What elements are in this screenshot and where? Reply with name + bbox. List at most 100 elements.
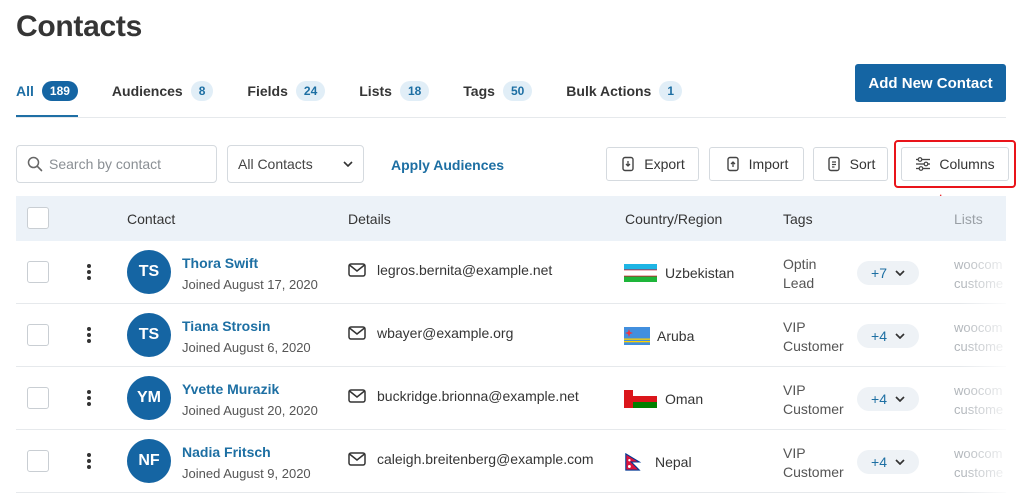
- tag-label: Customer: [783, 464, 844, 480]
- avatar: NF: [127, 439, 171, 483]
- joined-date: Joined August 20, 2020: [182, 403, 318, 418]
- tab-label: Fields: [247, 83, 288, 99]
- more-tags-dropdown[interactable]: +4: [857, 324, 919, 348]
- table-row: YM Yvette Murazik Joined August 20, 2020…: [16, 367, 1006, 430]
- audience-select[interactable]: All Contacts: [227, 145, 364, 183]
- list-label: woocom: [954, 320, 1003, 335]
- contact-tags: VIP Customer: [783, 318, 853, 356]
- tab-label: Bulk Actions: [566, 83, 652, 99]
- contact-lists: woocom custome: [954, 444, 1006, 482]
- column-header-tags[interactable]: Tags: [783, 211, 813, 227]
- contact-name-link[interactable]: Nadia Fritsch: [182, 444, 271, 460]
- list-label: custome: [954, 339, 1004, 354]
- row-checkbox[interactable]: [27, 261, 49, 283]
- contact-country: Oman: [665, 391, 704, 407]
- tag-label: Customer: [783, 401, 844, 417]
- import-button[interactable]: Import: [709, 147, 804, 181]
- contact-lists: woocom custome: [954, 318, 1006, 356]
- row-actions-kebab-icon[interactable]: [82, 450, 96, 472]
- tab-tags[interactable]: Tags 50: [463, 80, 533, 102]
- contact-lists: woocom custome: [954, 255, 1006, 293]
- contact-name-link[interactable]: Thora Swift: [182, 255, 258, 271]
- joined-date: Joined August 6, 2020: [182, 340, 311, 355]
- column-header-contact[interactable]: Contact: [127, 211, 175, 227]
- avatar: YM: [127, 376, 171, 420]
- row-actions-kebab-icon[interactable]: [82, 387, 96, 409]
- joined-date: Joined August 9, 2020: [182, 466, 311, 481]
- import-label: Import: [748, 156, 789, 172]
- tab-label: All: [16, 83, 34, 99]
- mail-icon: [348, 326, 366, 340]
- list-label: woocom: [954, 257, 1003, 272]
- export-label: Export: [644, 156, 685, 172]
- row-checkbox[interactable]: [27, 450, 49, 472]
- nepal-flag-icon: [625, 453, 642, 471]
- row-checkbox[interactable]: [27, 387, 49, 409]
- contact-email: buckridge.brionna@example.net: [377, 388, 579, 404]
- chevron-down-icon: [895, 459, 905, 465]
- contact-tags: VIP Customer: [783, 444, 853, 482]
- more-tags-count: +4: [871, 391, 887, 407]
- list-label: custome: [954, 402, 1004, 417]
- oman-flag-icon: [624, 390, 657, 408]
- contact-name-link[interactable]: Yvette Murazik: [182, 381, 279, 397]
- tag-label: VIP: [783, 445, 806, 461]
- more-tags-dropdown[interactable]: +4: [857, 387, 919, 411]
- row-actions-kebab-icon[interactable]: [82, 261, 96, 283]
- sort-label: Sort: [849, 156, 876, 172]
- select-all-checkbox[interactable]: [27, 207, 49, 229]
- contact-country: Aruba: [657, 328, 695, 344]
- chevron-down-icon: [895, 333, 905, 339]
- tag-label: Lead: [783, 275, 815, 291]
- tag-label: VIP: [783, 319, 806, 335]
- tab-label: Audiences: [111, 83, 183, 99]
- page-title: Contacts: [16, 10, 142, 43]
- sliders-icon: [916, 157, 931, 171]
- tab-count-badge: 189: [41, 81, 78, 101]
- column-header-details[interactable]: Details: [348, 211, 391, 227]
- apply-audiences-link[interactable]: Apply Audiences: [391, 157, 504, 173]
- mail-icon: [348, 389, 366, 403]
- avatar: TS: [127, 250, 171, 294]
- list-label: woocom: [954, 446, 1003, 461]
- tab-label: Lists: [359, 83, 392, 99]
- contact-email: wbayer@example.org: [377, 325, 514, 341]
- audience-select-value: All Contacts: [238, 156, 313, 172]
- contact-tags: VIP Customer: [783, 381, 853, 419]
- column-header-country[interactable]: Country/Region: [625, 211, 722, 227]
- mail-icon: [348, 452, 366, 466]
- sort-button[interactable]: Sort: [813, 147, 888, 181]
- columns-label: Columns: [939, 156, 995, 172]
- add-new-contact-button[interactable]: Add New Contact: [855, 64, 1006, 102]
- avatar: TS: [127, 313, 171, 357]
- tab-count-badge: 50: [502, 81, 533, 101]
- search-icon: [27, 156, 43, 172]
- more-tags-dropdown[interactable]: +4: [857, 450, 919, 474]
- tab-audiences[interactable]: Audiences 8: [112, 80, 214, 102]
- export-button[interactable]: Export: [606, 147, 699, 181]
- tabs-divider: [16, 117, 1006, 118]
- table-row: NF Nadia Fritsch Joined August 9, 2020 c…: [16, 430, 1006, 493]
- row-checkbox[interactable]: [27, 324, 49, 346]
- tab-lists[interactable]: Lists 18: [359, 80, 430, 102]
- tab-fields[interactable]: Fields 24: [247, 80, 326, 102]
- more-tags-count: +4: [871, 328, 887, 344]
- more-tags-dropdown[interactable]: +7: [857, 261, 919, 285]
- contact-country: Uzbekistan: [665, 265, 735, 281]
- mail-icon: [348, 263, 366, 277]
- table-header: Contact Details Country/Region Tags List…: [16, 196, 1006, 241]
- contact-tags: Optin Lead: [783, 255, 853, 293]
- tab-all[interactable]: All 189: [16, 80, 78, 117]
- columns-button[interactable]: Columns: [901, 147, 1009, 181]
- tag-label: Optin: [783, 256, 817, 272]
- row-actions-kebab-icon[interactable]: [82, 324, 96, 346]
- column-header-lists[interactable]: Lists: [954, 211, 983, 227]
- contact-country: Nepal: [655, 454, 692, 470]
- contact-name-link[interactable]: Tiana Strosin: [182, 318, 270, 334]
- tab-bulk-actions[interactable]: Bulk Actions 1: [566, 80, 683, 102]
- import-icon: [726, 156, 739, 172]
- joined-date: Joined August 17, 2020: [182, 277, 318, 292]
- contact-email: legros.bernita@example.net: [377, 262, 553, 278]
- search-input[interactable]: [49, 156, 209, 172]
- tab-count-badge: 24: [295, 81, 326, 101]
